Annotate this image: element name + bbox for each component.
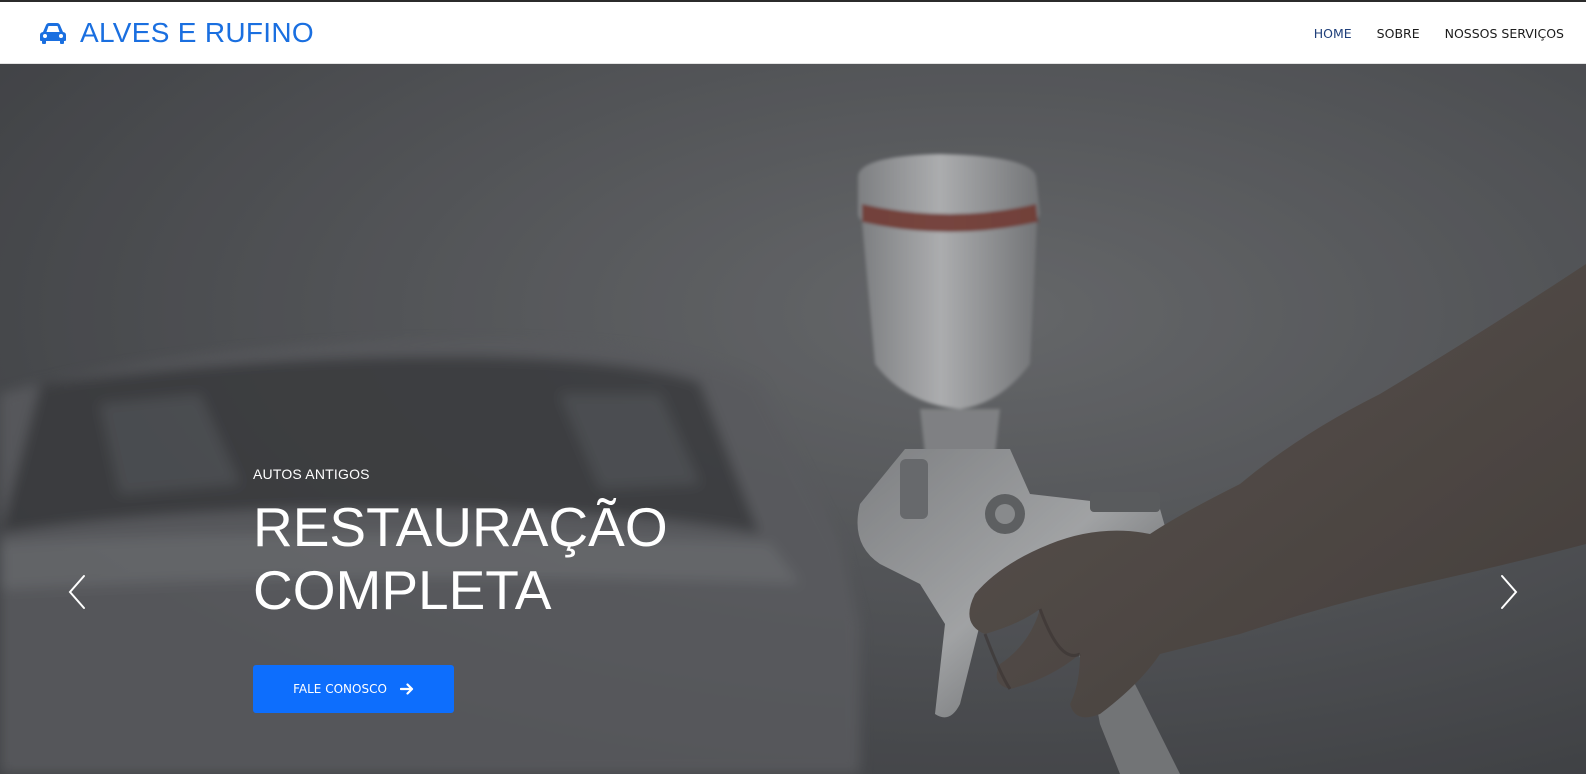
hero-carousel: AUTOS ANTIGOS RESTAURAÇÃO COMPLETA FALE … xyxy=(0,64,1586,774)
chevron-left-icon xyxy=(68,575,85,609)
hero-caption: AUTOS ANTIGOS RESTAURAÇÃO COMPLETA xyxy=(253,466,953,622)
car-icon xyxy=(40,23,66,44)
hero-kicker: AUTOS ANTIGOS xyxy=(253,466,370,482)
hero-title-line-1: RESTAURAÇÃO xyxy=(253,496,668,558)
arrow-right-icon xyxy=(399,683,413,695)
main-nav: HOME SOBRE NOSSOS SERVIÇOS xyxy=(1289,2,1564,64)
nav-item-sobre[interactable]: SOBRE xyxy=(1377,26,1420,41)
fale-conosco-label: FALE CONOSCO xyxy=(293,682,387,696)
page: ALVES E RUFINO HOME SOBRE NOSSOS SERVIÇO… xyxy=(0,0,1586,774)
carousel-prev-button[interactable] xyxy=(64,569,92,615)
brand-logo-link[interactable]: ALVES E RUFINO xyxy=(38,16,314,50)
brand-name: ALVES E RUFINO xyxy=(80,17,314,48)
nav-item-home[interactable]: HOME xyxy=(1314,26,1352,41)
hero-dark-overlay xyxy=(0,64,1586,774)
carousel-next-button[interactable] xyxy=(1494,569,1522,615)
nav-item-nossos-servicos[interactable]: NOSSOS SERVIÇOS xyxy=(1445,26,1564,41)
navbar: ALVES E RUFINO HOME SOBRE NOSSOS SERVIÇO… xyxy=(0,0,1586,64)
hero-title: RESTAURAÇÃO COMPLETA xyxy=(253,496,953,622)
fale-conosco-button[interactable]: FALE CONOSCO xyxy=(253,665,454,713)
hero-title-line-2: COMPLETA xyxy=(253,559,552,621)
chevron-right-icon xyxy=(1501,575,1518,609)
